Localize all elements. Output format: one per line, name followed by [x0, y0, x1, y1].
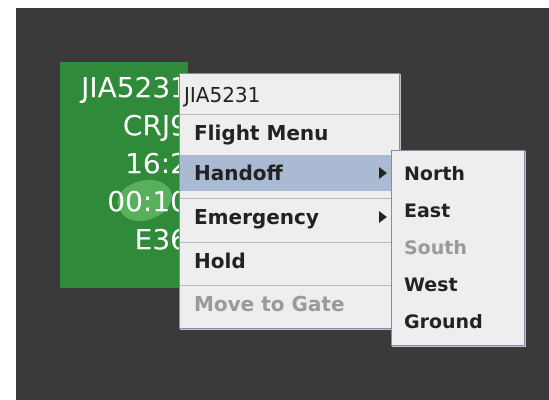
- aircraft-data-block[interactable]: JIA5231 CRJ9 16:2 00:10 E36: [60, 62, 188, 288]
- submenu-item-south[interactable]: South: [392, 230, 524, 267]
- flight-context-menu: JIA5231 Flight Menu Handoff Emergency Ho…: [179, 73, 400, 329]
- menu-item-move-to-gate[interactable]: Move to Gate: [180, 285, 399, 322]
- menu-item-emergency-label: Emergency: [194, 205, 319, 229]
- menu-item-handoff[interactable]: Handoff: [180, 155, 399, 191]
- submenu-item-east[interactable]: East: [392, 193, 524, 230]
- handoff-submenu: North East South West Ground: [391, 150, 525, 346]
- submenu-arrow-icon: [379, 211, 387, 223]
- menu-item-handoff-label: Handoff: [194, 161, 283, 185]
- menu-title: JIA5231: [184, 83, 261, 107]
- menu-item-flight-menu[interactable]: Flight Menu: [180, 114, 399, 151]
- submenu-item-ground[interactable]: Ground: [392, 304, 524, 341]
- menu-item-hold[interactable]: Hold: [180, 242, 399, 279]
- elapsed-time-label: 00:10: [107, 185, 188, 218]
- menu-item-emergency[interactable]: Emergency: [180, 198, 399, 235]
- submenu-arrow-icon: [379, 167, 387, 179]
- submenu-item-west[interactable]: West: [392, 267, 524, 304]
- submenu-item-north[interactable]: North: [392, 156, 524, 193]
- callsign-label: JIA5231: [81, 71, 188, 104]
